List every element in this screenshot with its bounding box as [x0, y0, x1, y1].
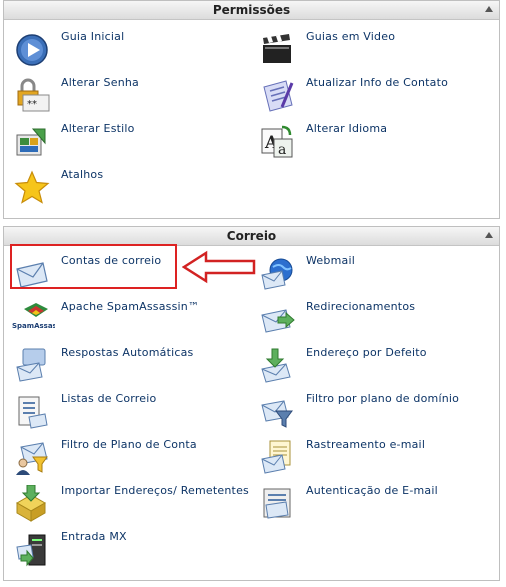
spamassassin-logo-icon: SpamAssassin: [12, 303, 55, 330]
item-label: Autenticação de E-mail: [306, 484, 438, 497]
item-guias-em-video[interactable]: Guias em Video: [258, 30, 498, 75]
item-respostas-automaticas[interactable]: Respostas Automáticas: [13, 346, 253, 391]
item-label: Rastreamento e-mail: [306, 438, 426, 451]
clapperboard-icon: [263, 34, 291, 63]
item-listas-de-correio[interactable]: Listas de Correio: [13, 392, 253, 437]
item-endereco-por-defeito[interactable]: Endereço por Defeito: [258, 346, 498, 391]
item-label: Webmail: [306, 254, 355, 267]
item-apache-spamassassin[interactable]: SpamAssassin Apache SpamAssassin™: [12, 300, 253, 345]
item-label: Redirecionamentos: [306, 300, 416, 313]
item-label: Alterar Senha: [61, 76, 139, 89]
auto-reply-icon: [16, 348, 46, 382]
mail-authentication-icon: [263, 488, 291, 519]
mailing-list-icon: [18, 396, 48, 429]
item-label: Filtro por plano de domínio: [306, 392, 460, 405]
play-circle-icon: [16, 34, 48, 66]
forward-mail-icon: [261, 309, 295, 333]
item-label: Alterar Idioma: [306, 122, 388, 135]
item-label: Apache SpamAssassin™: [61, 300, 200, 313]
item-importar-enderecos-remetentes[interactable]: Importar Endereços/ Remetentes: [13, 484, 253, 529]
collapse-icon[interactable]: [485, 232, 493, 238]
import-addresses-icon: [15, 485, 47, 522]
item-alterar-estilo[interactable]: Alterar Estilo: [13, 122, 253, 167]
item-redirecionamentos[interactable]: Redirecionamentos: [258, 300, 498, 345]
mail-title: Correio: [226, 229, 277, 243]
item-label: Importar Endereços/ Remetentes: [61, 484, 249, 497]
padlock-password-icon: **: [17, 78, 50, 112]
item-label: Atualizar Info de Contato: [306, 76, 449, 89]
item-label: Filtro de Plano de Conta: [61, 438, 197, 451]
contact-card-icon: [263, 80, 294, 112]
svg-text:a: a: [278, 142, 286, 158]
item-label: Guia Inicial: [61, 30, 125, 43]
item-guia-inicial[interactable]: Guia Inicial: [13, 30, 253, 75]
style-palette-icon: [16, 128, 46, 156]
item-filtro-por-plano-de-dominio[interactable]: Filtro por plano de domínio: [258, 392, 498, 437]
globe-mail-icon: [261, 258, 293, 290]
item-label: Respostas Automáticas: [61, 346, 194, 359]
collapse-icon[interactable]: [485, 6, 493, 12]
item-label: Endereço por Defeito: [306, 346, 427, 359]
permissions-title: Permissões: [212, 3, 291, 17]
svg-text:**: **: [27, 99, 37, 110]
item-label: Atalhos: [61, 168, 104, 181]
language-icon: A a: [261, 125, 293, 158]
item-filtro-de-plano-de-conta[interactable]: Filtro de Plano de Conta: [13, 438, 253, 483]
item-label: Entrada MX: [61, 530, 127, 543]
item-entrada-mx[interactable]: Entrada MX: [13, 530, 253, 575]
permissions-panel-header[interactable]: Permissões: [4, 1, 499, 20]
default-address-icon: [261, 348, 291, 383]
mx-entry-icon: [16, 534, 46, 567]
domain-filter-icon: [261, 400, 293, 428]
pointer-arrow-icon: [182, 250, 256, 284]
item-atalhos[interactable]: Atalhos: [13, 168, 253, 213]
item-alterar-idioma[interactable]: A a Alterar Idioma: [258, 122, 498, 167]
item-rastreamento-e-mail[interactable]: Rastreamento e-mail: [258, 438, 498, 483]
item-label: Listas de Correio: [61, 392, 157, 405]
item-label: Alterar Estilo: [61, 122, 135, 135]
item-webmail[interactable]: Webmail: [258, 254, 498, 299]
spamassassin-logo-text: SpamAssassin: [12, 322, 55, 330]
highlight-box: [10, 244, 177, 289]
item-atualizar-info-de-contato[interactable]: Atualizar Info de Contato: [258, 76, 498, 121]
star-icon: [14, 170, 50, 204]
item-autenticacao-de-e-mail[interactable]: Autenticação de E-mail: [258, 484, 498, 529]
mail-tracking-icon: [261, 440, 291, 474]
item-label: Guias em Video: [306, 30, 396, 43]
account-filter-icon: [16, 442, 48, 475]
item-alterar-senha[interactable]: ** Alterar Senha: [13, 76, 253, 121]
